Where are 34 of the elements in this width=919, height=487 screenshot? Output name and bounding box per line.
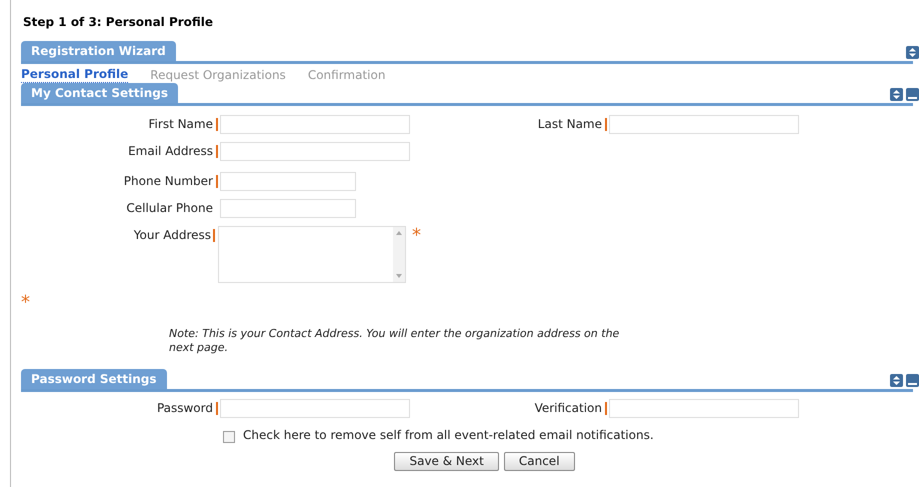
wizard-step[interactable]: Request Organizations <box>150 68 286 82</box>
expand-icon[interactable] <box>906 46 919 59</box>
contact-note: Note: This is your Contact Address. You will enter the organization address on the next page. <box>169 327 620 355</box>
text-field[interactable] <box>220 399 410 418</box>
text-field[interactable] <box>220 115 410 134</box>
collapse-icon[interactable] <box>906 374 919 387</box>
address-textarea[interactable] <box>218 226 406 283</box>
page-title: Step 1 of 3: Personal Profile <box>23 14 214 30</box>
text-field[interactable] <box>220 142 410 161</box>
checkbox[interactable] <box>223 431 235 443</box>
field-label: Password <box>156 400 213 417</box>
field-label: Last Name <box>536 116 602 133</box>
scrollbar[interactable] <box>393 227 405 282</box>
form-button[interactable]: Save & Next <box>394 452 499 471</box>
required-asterisk: * <box>21 293 30 313</box>
text-field[interactable] <box>220 172 356 191</box>
scroll-down-icon[interactable] <box>396 274 402 278</box>
form-button[interactable]: Cancel <box>504 452 575 471</box>
field-label: Email Address <box>127 143 213 160</box>
expand-icon[interactable] <box>890 374 903 387</box>
required-asterisk: * <box>412 226 421 245</box>
field-label: Your Address <box>132 227 212 244</box>
field-label: Cellular Phone <box>125 200 213 217</box>
field-label: Verification <box>534 400 602 417</box>
field-label: Phone Number <box>122 173 213 190</box>
wizard-step[interactable]: Confirmation <box>308 68 386 82</box>
field-label: First Name <box>148 116 213 133</box>
collapse-icon[interactable] <box>906 88 919 101</box>
checkbox-label: Check here to remove self from all event-related email notifications. <box>243 427 654 444</box>
text-field[interactable] <box>609 399 799 418</box>
text-field[interactable] <box>609 115 799 134</box>
text-field[interactable] <box>220 199 356 218</box>
scroll-up-icon[interactable] <box>396 231 402 235</box>
expand-icon[interactable] <box>890 88 903 101</box>
